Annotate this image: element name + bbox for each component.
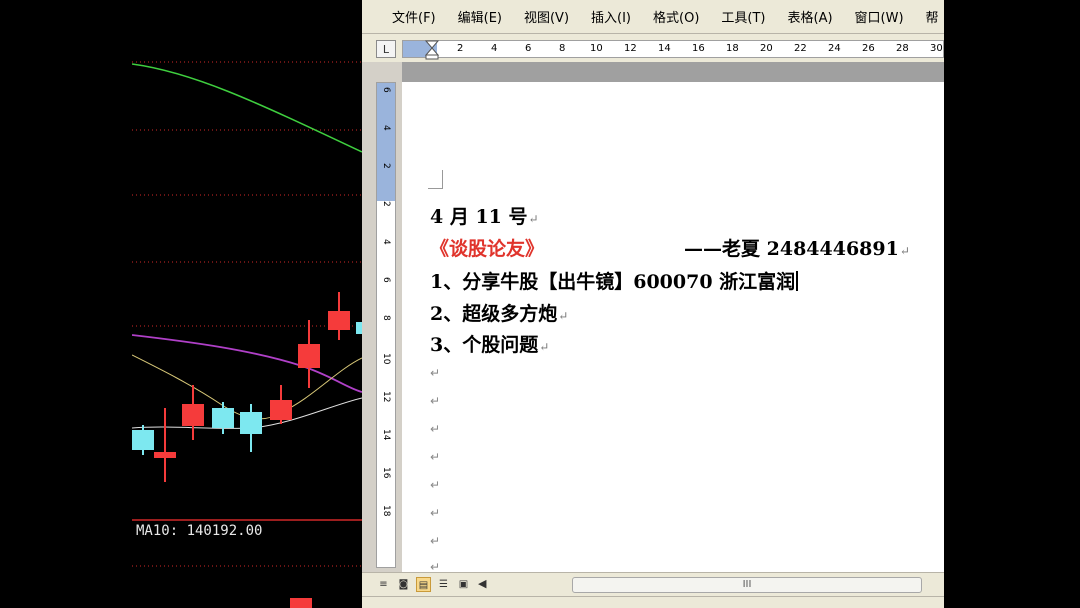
ma-purple-line <box>132 334 362 393</box>
vertical-ruler[interactable]: 6 4 2 2 4 6 8 10 12 14 16 18 <box>376 82 396 568</box>
ruler-tick-label: 4 <box>491 43 498 54</box>
ma-green-line <box>132 63 362 153</box>
menu-tools[interactable]: 工具(T) <box>721 7 765 26</box>
scrollbar-thumb[interactable]: III <box>572 577 922 593</box>
candle-body <box>240 412 262 434</box>
paragraph-mark-icon: ↵ <box>528 212 539 226</box>
menu-table[interactable]: 表格(A) <box>788 7 833 26</box>
doc-line-item-1[interactable]: 1、分享牛股【出牛镜】600070 浙江富润 <box>430 267 799 294</box>
menu-view[interactable]: 视图(V) <box>524 7 569 26</box>
menu-format[interactable]: 格式(O) <box>653 7 699 26</box>
doc-line-item-2[interactable]: 2、超级多方炮↵ <box>430 299 568 326</box>
stock-chart-panel: MA10: 140192.00 <box>132 0 362 608</box>
ruler-tick-label: 24 <box>828 43 841 54</box>
empty-paragraph-mark-icon: ↵ <box>430 478 441 492</box>
candlestick-chart <box>132 61 362 608</box>
reading-view-icon[interactable]: ▣ <box>456 577 471 592</box>
ruler-tick-label: 22 <box>794 43 807 54</box>
word-window: 文件(F) 编辑(E) 视图(V) 插入(I) 格式(O) 工具(T) 表格(A… <box>362 0 944 608</box>
page-top-gutter <box>402 62 944 82</box>
ruler-tick-label: 18 <box>726 43 739 54</box>
vruler-tick-label: 6 <box>381 87 391 93</box>
column-title: 《谈股论友》 <box>430 238 545 260</box>
menu-help[interactable]: 帮 <box>926 7 939 26</box>
outline-view-icon[interactable]: ☰ <box>436 577 451 592</box>
vruler-tick-label: 16 <box>381 467 391 479</box>
menu-bar: 文件(F) 编辑(E) 视图(V) 插入(I) 格式(O) 工具(T) 表格(A… <box>362 0 944 34</box>
item-2-text: 2、超级多方炮 <box>430 303 558 325</box>
ruler-tick-label: 2 <box>457 43 464 54</box>
ruler-tick-label: 16 <box>692 43 705 54</box>
ma-yellow-line <box>132 354 362 420</box>
ruler-tick-label: 8 <box>559 43 566 54</box>
vruler-tick-label: 2 <box>381 163 391 169</box>
indent-marker-icon[interactable] <box>425 39 439 61</box>
web-view-icon[interactable]: ◙ <box>396 577 411 592</box>
print-view-icon[interactable]: ▤ <box>416 577 431 592</box>
vruler-tick-label: 18 <box>381 505 391 517</box>
empty-paragraph-mark-icon: ↵ <box>430 506 441 520</box>
vruler-tick-label: 2 <box>381 201 391 207</box>
text-cursor <box>796 271 799 291</box>
ruler-margin-top <box>377 83 395 201</box>
item-1-text: 1、分享牛股【出牛镜】600070 浙江富润 <box>430 271 796 293</box>
horizontal-ruler[interactable]: 2 4 6 8 10 12 14 16 18 20 22 24 26 28 30 <box>402 39 944 61</box>
normal-view-icon[interactable]: ≡ <box>376 577 391 592</box>
menu-insert[interactable]: 插入(I) <box>591 7 631 26</box>
menu-edit[interactable]: 编辑(E) <box>458 7 502 26</box>
ruler-tick-label: 6 <box>525 43 532 54</box>
ruler-tick-label: 12 <box>624 43 637 54</box>
vruler-tick-label: 12 <box>381 391 391 403</box>
paragraph-mark-icon: ↵ <box>899 244 910 258</box>
tab-stop-selector[interactable]: L <box>376 40 396 58</box>
ruler-tick-label: 14 <box>658 43 671 54</box>
ruler-tick-label: 28 <box>896 43 909 54</box>
ruler-tick-label: 30 <box>930 43 943 54</box>
empty-paragraph-mark-icon: ↵ <box>430 366 441 380</box>
vruler-tick-label: 4 <box>381 239 391 245</box>
menu-file[interactable]: 文件(F) <box>392 7 436 26</box>
empty-paragraph-mark-icon: ↵ <box>430 450 441 464</box>
menu-window[interactable]: 窗口(W) <box>855 7 904 26</box>
paragraph-mark-icon: ↵ <box>558 309 569 323</box>
scroll-left-icon[interactable]: ◀ <box>478 577 486 590</box>
candle-body <box>132 430 154 450</box>
empty-paragraph-mark-icon: ↵ <box>430 534 441 548</box>
paragraph-mark-icon: ↵ <box>539 340 550 354</box>
document-page[interactable]: 4 月 11 号↵ 《谈股论友》 ——老夏 2484446891↵ 1、分享牛股【… <box>402 82 944 574</box>
item-3-text: 3、个股问题 <box>430 334 539 356</box>
vruler-tick-label: 6 <box>381 277 391 283</box>
margin-corner-mark <box>428 170 443 189</box>
candle-body <box>182 404 204 426</box>
vruler-tick-label: 8 <box>381 315 391 321</box>
candle-body <box>212 408 234 428</box>
empty-paragraph-mark-icon: ↵ <box>430 422 441 436</box>
ruler-tick-label: 20 <box>760 43 773 54</box>
ruler-tick-label: 26 <box>862 43 875 54</box>
date-text: 4 月 11 号 <box>430 206 528 228</box>
candle-body <box>270 400 292 420</box>
doc-line-title[interactable]: 《谈股论友》 ——老夏 2484446891↵ <box>430 234 910 261</box>
candle-body <box>154 452 176 458</box>
author-text: ——老夏 2484446891 <box>684 238 899 260</box>
empty-paragraph-mark-icon: ↵ <box>430 394 441 408</box>
vruler-tick-label: 14 <box>381 429 391 441</box>
ruler-tick-label: 10 <box>590 43 603 54</box>
vruler-tick-label: 10 <box>381 353 391 365</box>
doc-line-date[interactable]: 4 月 11 号↵ <box>430 202 539 229</box>
ma10-label: MA10: 140192.00 <box>136 523 263 539</box>
candle-body <box>290 598 312 608</box>
candle-body <box>298 344 320 368</box>
vruler-tick-label: 4 <box>381 125 391 131</box>
doc-line-item-3[interactable]: 3、个股问题↵ <box>430 330 549 357</box>
horizontal-scrollbar-area: ≡ ◙ ▤ ☰ ▣ ◀ III <box>362 572 944 597</box>
candle-body <box>328 311 350 330</box>
status-bar <box>362 596 944 608</box>
